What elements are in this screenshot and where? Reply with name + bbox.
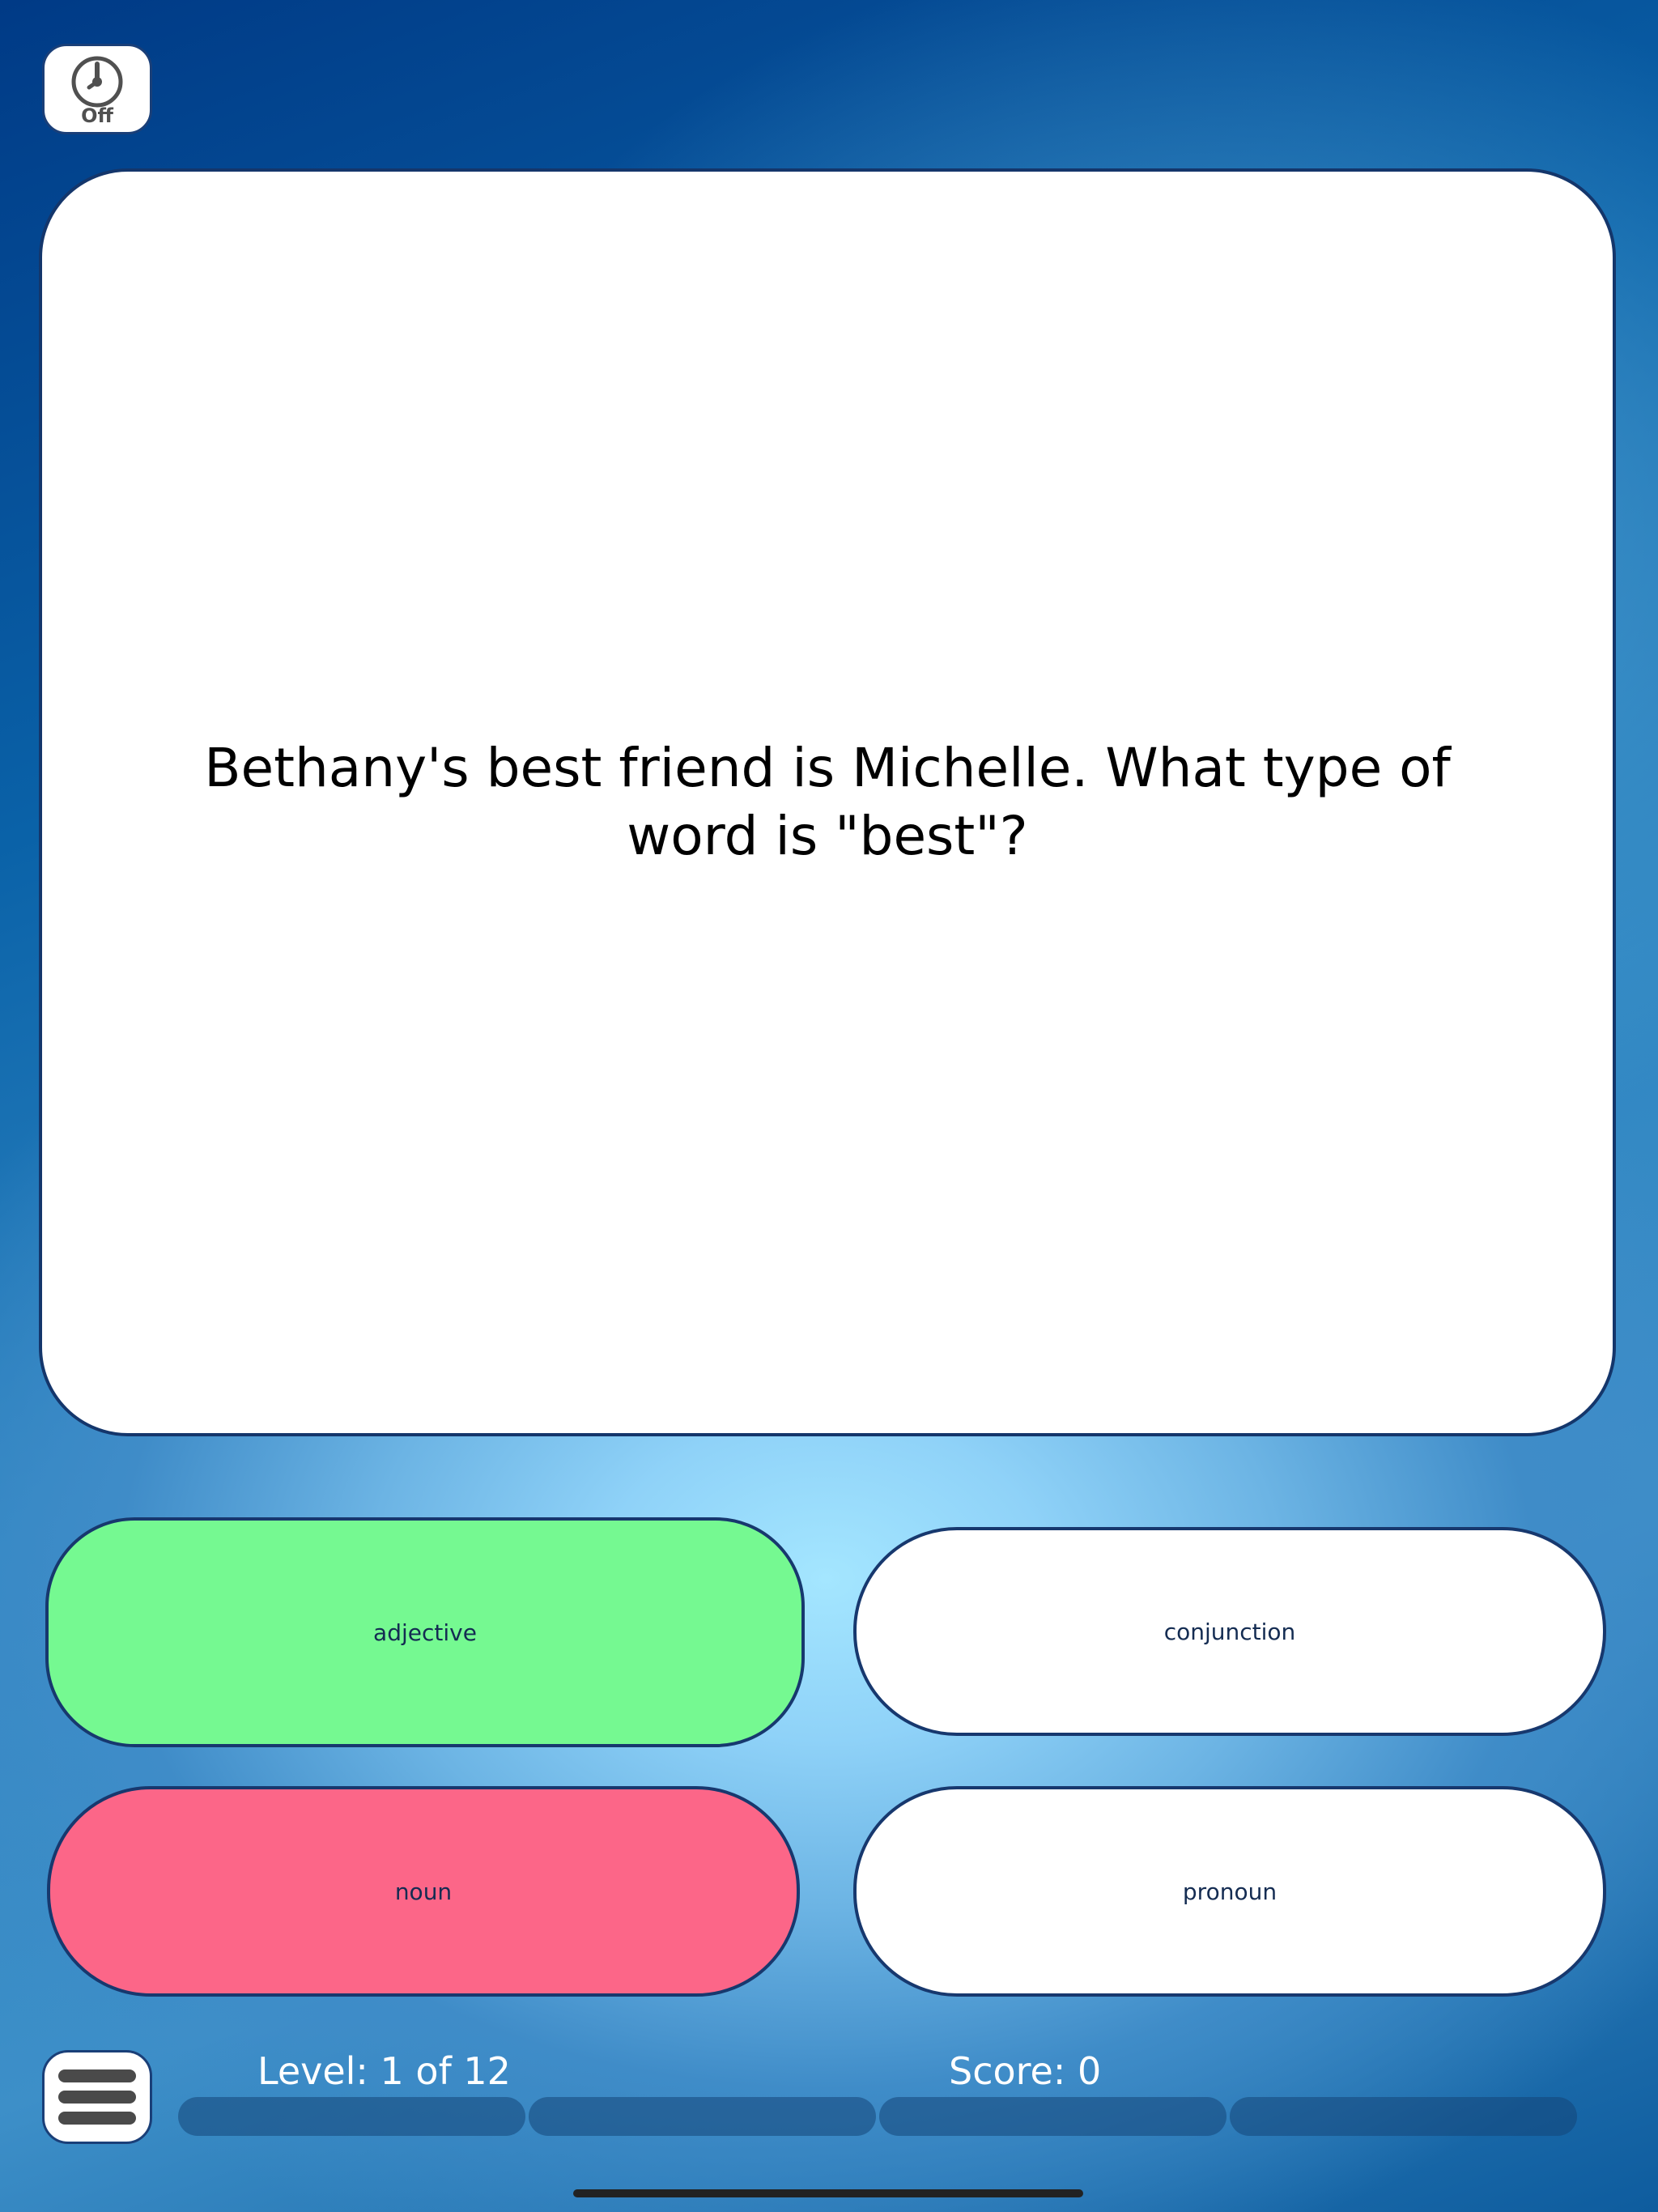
home-indicator[interactable] <box>573 2189 1083 2197</box>
progress-segment <box>879 2097 1226 2136</box>
progress-bar <box>178 2097 1577 2136</box>
answer-label: pronoun <box>1182 1878 1278 1905</box>
answer-button-adjective[interactable]: adjective <box>45 1517 805 1747</box>
answer-button-conjunction[interactable]: conjunction <box>853 1527 1606 1736</box>
hamburger-menu-icon <box>58 2069 136 2082</box>
clock-icon <box>71 56 123 108</box>
answer-label: conjunction <box>1163 1618 1296 1645</box>
question-card: Bethany's best friend is Michelle. What … <box>39 168 1616 1436</box>
score-indicator: Score: 0 <box>949 2049 1102 2093</box>
question-text: Bethany's best friend is Michelle. What … <box>204 737 1451 867</box>
menu-button[interactable] <box>42 2050 152 2144</box>
progress-segment <box>178 2097 525 2136</box>
hamburger-menu-icon <box>58 2112 136 2125</box>
hamburger-menu-icon <box>58 2091 136 2104</box>
progress-segment <box>1230 2097 1577 2136</box>
timer-label: Off <box>81 104 113 127</box>
answer-label: adjective <box>373 1619 477 1646</box>
answer-button-pronoun[interactable]: pronoun <box>853 1786 1606 1997</box>
level-indicator: Level: 1 of 12 <box>257 2049 511 2093</box>
answer-label: noun <box>394 1878 453 1905</box>
answer-button-noun[interactable]: noun <box>47 1786 800 1997</box>
timer-button[interactable]: Off <box>42 44 152 134</box>
progress-segment <box>529 2097 876 2136</box>
